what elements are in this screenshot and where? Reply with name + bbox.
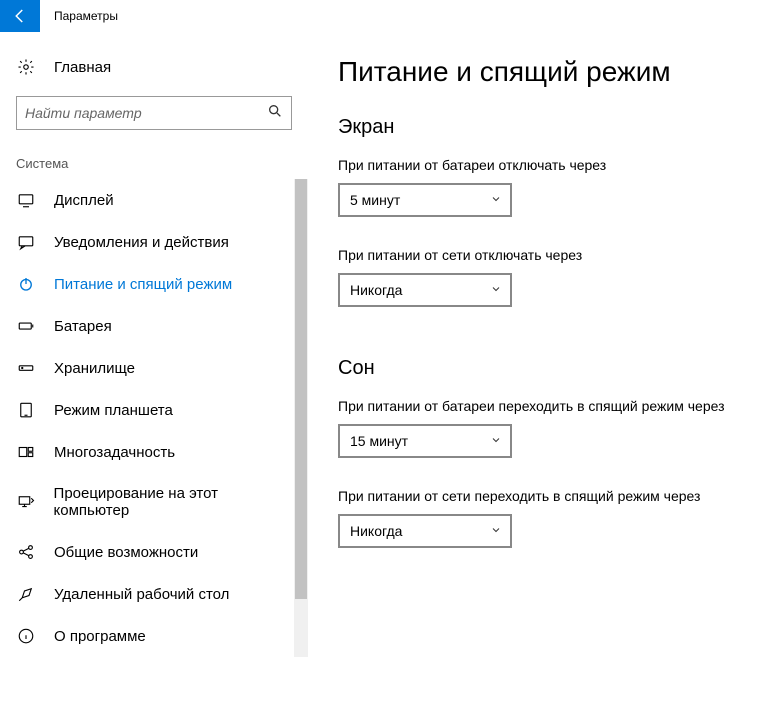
screen-plugged-select[interactable]: Никогда	[338, 273, 512, 307]
search-input[interactable]	[25, 105, 267, 121]
select-value: 5 минут	[350, 192, 400, 208]
gear-icon	[16, 58, 36, 76]
storage-icon	[16, 359, 36, 377]
sidebar-item-label: О программе	[54, 628, 146, 645]
sidebar-item-remote[interactable]: Удаленный рабочий стол	[0, 573, 308, 615]
sidebar-item-shared[interactable]: Общие возможности	[0, 531, 308, 573]
notifications-icon	[16, 233, 36, 251]
sidebar-item-tablet[interactable]: Режим планшета	[0, 389, 308, 431]
setting-label: При питании от сети переходить в спящий …	[338, 488, 760, 504]
page-title: Питание и спящий режим	[338, 56, 760, 88]
sidebar-item-about[interactable]: О программе	[0, 615, 308, 657]
sidebar-item-power[interactable]: Питание и спящий режим	[0, 263, 308, 305]
sidebar-item-projecting[interactable]: Проецирование на этот компьютер	[0, 473, 308, 531]
display-icon	[16, 191, 36, 209]
window-title: Параметры	[54, 9, 118, 23]
sidebar-item-storage[interactable]: Хранилище	[0, 347, 308, 389]
setting-label: При питании от батареи отключать через	[338, 157, 760, 173]
group-title-screen: Экран	[338, 116, 760, 139]
sidebar: Главная Система Дисплей	[0, 32, 308, 716]
main-content: Питание и спящий режим Экран При питании…	[308, 32, 784, 716]
about-icon	[16, 627, 36, 645]
sidebar-item-label: Питание и спящий режим	[54, 276, 232, 293]
sidebar-item-label: Проецирование на этот компьютер	[54, 485, 292, 519]
sidebar-item-label: Дисплей	[54, 192, 114, 209]
home-button[interactable]: Главная	[0, 48, 308, 86]
chevron-down-icon	[490, 282, 502, 298]
select-value: Никогда	[350, 282, 402, 298]
sidebar-item-notifications[interactable]: Уведомления и действия	[0, 221, 308, 263]
sleep-battery-select[interactable]: 15 минут	[338, 424, 512, 458]
projecting-icon	[16, 493, 36, 511]
select-value: 15 минут	[350, 433, 408, 449]
sidebar-item-display[interactable]: Дисплей	[0, 179, 308, 221]
battery-icon	[16, 317, 36, 335]
multitasking-icon	[16, 443, 36, 461]
sidebar-scrollbar[interactable]	[294, 179, 308, 657]
sidebar-item-label: Хранилище	[54, 360, 135, 377]
scrollbar-thumb[interactable]	[295, 179, 307, 599]
sidebar-item-label: Многозадачность	[54, 444, 175, 461]
sidebar-item-label: Режим планшета	[54, 402, 173, 419]
sleep-plugged-select[interactable]: Никогда	[338, 514, 512, 548]
back-button[interactable]	[0, 0, 40, 32]
sidebar-item-label: Уведомления и действия	[54, 234, 229, 251]
chevron-down-icon	[490, 192, 502, 208]
setting-label: При питании от батареи переходить в спящ…	[338, 398, 760, 414]
section-label: Система	[0, 130, 308, 179]
shared-icon	[16, 543, 36, 561]
sidebar-item-multitasking[interactable]: Многозадачность	[0, 431, 308, 473]
remote-icon	[16, 585, 36, 603]
tablet-icon	[16, 401, 36, 419]
setting-label: При питании от сети отключать через	[338, 247, 760, 263]
group-title-sleep: Сон	[338, 357, 760, 380]
home-label: Главная	[54, 59, 111, 76]
sidebar-item-label: Удаленный рабочий стол	[54, 586, 229, 603]
power-icon	[16, 275, 36, 293]
screen-battery-select[interactable]: 5 минут	[338, 183, 512, 217]
search-icon	[267, 103, 283, 124]
chevron-down-icon	[490, 523, 502, 539]
select-value: Никогда	[350, 523, 402, 539]
chevron-down-icon	[490, 433, 502, 449]
sidebar-item-label: Общие возможности	[54, 544, 198, 561]
sidebar-item-battery[interactable]: Батарея	[0, 305, 308, 347]
search-box[interactable]	[16, 96, 292, 130]
sidebar-item-label: Батарея	[54, 318, 112, 335]
